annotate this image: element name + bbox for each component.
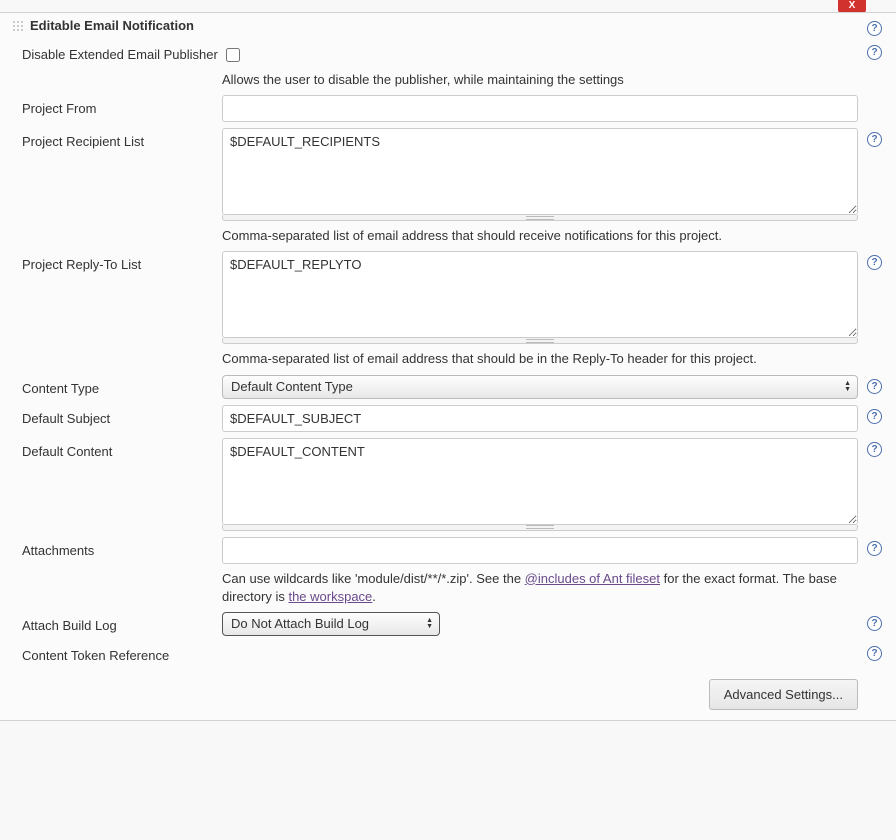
resize-handle[interactable]	[222, 215, 858, 221]
drag-handle-icon[interactable]	[12, 20, 24, 32]
help-icon[interactable]: ?	[867, 45, 882, 60]
default-content-textarea[interactable]: $DEFAULT_CONTENT	[222, 438, 858, 525]
help-icon[interactable]: ?	[867, 541, 882, 556]
help-icon[interactable]: ?	[867, 616, 882, 631]
project-from-input[interactable]	[222, 95, 858, 122]
help-icon[interactable]: ?	[867, 255, 882, 270]
advanced-settings-button[interactable]: Advanced Settings...	[709, 679, 858, 710]
editable-email-notification-section: Editable Email Notification ? Disable Ex…	[0, 12, 896, 721]
attachments-help: Can use wildcards like 'module/dist/**/*…	[222, 570, 858, 606]
resize-handle[interactable]	[222, 525, 858, 531]
recipient-list-help: Comma-separated list of email address th…	[222, 227, 858, 245]
help-icon[interactable]: ?	[867, 409, 882, 424]
attach-build-log-select[interactable]: Do Not Attach Build Log	[222, 612, 440, 636]
disable-publisher-label: Disable Extended Email Publisher	[12, 41, 222, 62]
attachments-input[interactable]	[222, 537, 858, 564]
help-icon[interactable]: ?	[867, 132, 882, 147]
ant-fileset-link[interactable]: @includes of Ant fileset	[525, 571, 660, 586]
resize-handle[interactable]	[222, 338, 858, 344]
replyto-list-textarea[interactable]: $DEFAULT_REPLYTO	[222, 251, 858, 338]
help-icon[interactable]: ?	[867, 21, 882, 36]
section-title: Editable Email Notification	[30, 18, 194, 33]
attach-build-log-label: Attach Build Log	[12, 612, 222, 633]
attachments-label: Attachments	[12, 537, 222, 558]
recipient-list-label: Project Recipient List	[12, 128, 222, 149]
help-icon[interactable]: ?	[867, 442, 882, 457]
content-token-ref-label: Content Token Reference	[12, 642, 222, 663]
default-content-label: Default Content	[12, 438, 222, 459]
disable-publisher-checkbox[interactable]	[226, 48, 240, 62]
help-icon[interactable]: ?	[867, 646, 882, 661]
content-type-select[interactable]: Default Content Type	[222, 375, 858, 399]
disable-publisher-help: Allows the user to disable the publisher…	[222, 71, 858, 89]
help-icon[interactable]: ?	[867, 379, 882, 394]
replyto-list-help: Comma-separated list of email address th…	[222, 350, 858, 368]
default-subject-label: Default Subject	[12, 405, 222, 426]
content-type-label: Content Type	[12, 375, 222, 396]
project-from-label: Project From	[12, 95, 222, 116]
default-subject-input[interactable]	[222, 405, 858, 432]
replyto-list-label: Project Reply-To List	[12, 251, 222, 272]
workspace-link[interactable]: the workspace	[288, 589, 372, 604]
recipient-list-textarea[interactable]: $DEFAULT_RECIPIENTS	[222, 128, 858, 215]
